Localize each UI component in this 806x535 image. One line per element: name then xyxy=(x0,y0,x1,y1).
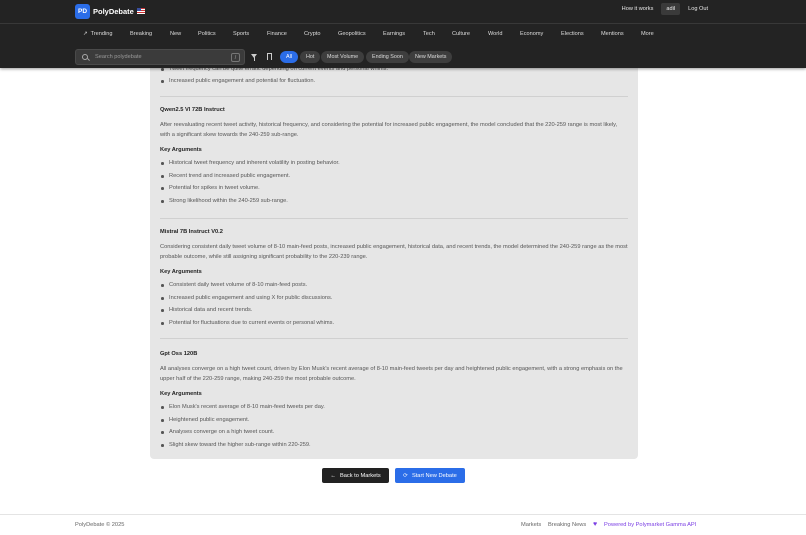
how-it-works-link[interactable]: How it works xyxy=(622,6,654,12)
nav-geopolitics[interactable]: Geopolitics xyxy=(338,31,366,37)
heart-icon: ♥ xyxy=(593,521,598,528)
argument-item: Potential for spikes in tweet volume. xyxy=(160,185,260,191)
argument-item: Consistent daily tweet volume of 8-10 ma… xyxy=(160,282,307,288)
powered-by-link[interactable]: Powered by Polymarket Gamma API xyxy=(604,522,696,528)
brand-name[interactable]: PolyDebate xyxy=(93,7,134,16)
model-summary: All analyses converge on a high tweet co… xyxy=(160,366,623,383)
back-to-markets-button[interactable]: ← Back to Markets xyxy=(322,468,389,483)
refresh-icon: ⟳ xyxy=(403,472,408,479)
model-summary: Considering consistent daily tweet volum… xyxy=(160,244,628,261)
argument-item: Increased public engagement and potentia… xyxy=(160,78,315,84)
section-divider xyxy=(160,218,628,219)
trending-icon: ↗ xyxy=(83,31,88,37)
nav-finance[interactable]: Finance xyxy=(267,31,287,37)
nav-politics[interactable]: Politics xyxy=(198,31,216,37)
argument-item: Slight skew toward the higher sub-range … xyxy=(160,442,311,448)
model-name: Qwen2.5 Vl 72B Instruct xyxy=(160,107,225,113)
footer-markets-link[interactable]: Markets xyxy=(521,522,541,528)
section-divider xyxy=(160,338,628,339)
key-arguments-heading: Key Arguments xyxy=(160,269,202,275)
bookmark-icon[interactable] xyxy=(267,53,272,60)
nav-breaking[interactable]: Breaking xyxy=(130,31,152,37)
search-input[interactable] xyxy=(95,54,225,60)
filter-new-markets[interactable]: New Markets xyxy=(409,51,453,63)
model-name: Mistral 7B Instruct V0.2 xyxy=(160,229,223,235)
debate-results-card: Tweet frequency can be quite erratic dep… xyxy=(150,48,638,459)
nav-earnings[interactable]: Earnings xyxy=(383,31,405,37)
argument-item: Strong likelihood within the 240-259 sub… xyxy=(160,198,288,204)
argument-item: Heightened public engagement. xyxy=(160,417,249,423)
search-box: / xyxy=(75,49,245,65)
argument-item: Elon Musk's recent average of 8-10 main-… xyxy=(160,404,325,410)
nav-world[interactable]: World xyxy=(488,31,503,37)
section-divider xyxy=(160,96,628,97)
filter-ending-soon[interactable]: Ending Soon xyxy=(366,51,409,63)
top-bar: PD PolyDebate How it works adil Log Out xyxy=(0,0,806,22)
argument-item: Analyses converge on a high tweet count. xyxy=(160,429,274,435)
footer-breaking-news-link[interactable]: Breaking News xyxy=(548,522,586,528)
top-right-nav: How it works adil Log Out xyxy=(622,3,708,15)
model-summary: After reevaluating recent tweet activity… xyxy=(160,122,618,139)
nav-more[interactable]: More xyxy=(641,31,654,37)
nav-crypto[interactable]: Crypto xyxy=(304,31,320,37)
key-arguments-heading: Key Arguments xyxy=(160,391,202,397)
nav-new[interactable]: New xyxy=(170,31,181,37)
search-icon xyxy=(82,54,88,60)
nav-trending[interactable]: ↗ Trending xyxy=(83,31,112,37)
argument-item: Historical tweet frequency and inherent … xyxy=(160,160,340,166)
model-name: Gpt Oss 120B xyxy=(160,351,198,357)
argument-item: Potential for fluctuations due to curren… xyxy=(160,320,334,326)
argument-item: Recent trend and increased public engage… xyxy=(160,173,290,179)
user-menu[interactable]: adil xyxy=(661,3,681,15)
nav-elections[interactable]: Elections xyxy=(561,31,584,37)
argument-item: Increased public engagement and using X … xyxy=(160,295,332,301)
main-content: Tweet frequency can be quite erratic dep… xyxy=(0,48,806,483)
nav-sports[interactable]: Sports xyxy=(233,31,249,37)
arrow-left-icon: ← xyxy=(330,472,336,479)
filter-all[interactable]: All xyxy=(280,51,298,63)
logo[interactable]: PD xyxy=(75,3,90,19)
filter-icon[interactable] xyxy=(251,54,258,61)
logout-button[interactable]: Log Out xyxy=(688,6,708,12)
copyright-text: PolyDebate © 2025 xyxy=(75,522,125,528)
filter-toolbar: / All Hot Most Volume Ending Soon New Ma… xyxy=(0,49,806,65)
filter-hot[interactable]: Hot xyxy=(300,51,321,63)
site-footer: PolyDebate © 2025 Markets Breaking News … xyxy=(0,514,806,535)
nav-economy[interactable]: Economy xyxy=(520,31,543,37)
argument-item: Historical data and recent trends. xyxy=(160,307,252,313)
site-header: PD PolyDebate How it works adil Log Out … xyxy=(0,0,806,68)
filter-most-volume[interactable]: Most Volume xyxy=(321,51,365,63)
search-shortcut-key: / xyxy=(231,53,240,62)
start-new-debate-button[interactable]: ⟳ Start New Debate xyxy=(395,468,465,483)
us-flag-icon xyxy=(136,8,145,14)
key-arguments-heading: Key Arguments xyxy=(160,147,202,153)
nav-tech[interactable]: Tech xyxy=(423,31,435,37)
nav-culture[interactable]: Culture xyxy=(452,31,470,37)
nav-mentions[interactable]: Mentions xyxy=(601,31,624,37)
category-nav: ↗ Trending Breaking New Politics Sports F… xyxy=(0,24,806,44)
